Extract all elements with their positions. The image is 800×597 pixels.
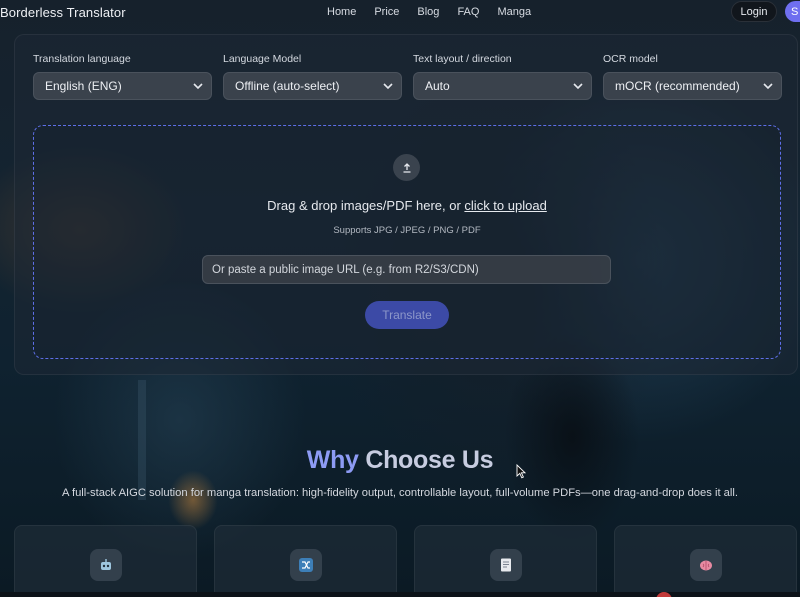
why-choose-us-heading: Why Choose Us bbox=[0, 446, 800, 475]
feature-card bbox=[214, 525, 397, 597]
text-layout-select[interactable]: Auto bbox=[413, 72, 592, 100]
language-model-value: Offline (auto-select) bbox=[235, 79, 340, 93]
text-layout-label: Text layout / direction bbox=[413, 53, 512, 65]
translation-language-label: Translation language bbox=[33, 53, 131, 65]
why-heading-rest: Choose Us bbox=[365, 446, 494, 474]
dropzone-instructions: Drag & drop images/PDF here, or click to… bbox=[34, 198, 780, 213]
language-model-field: Language Model Offline (auto-select) bbox=[223, 53, 402, 100]
login-button[interactable]: Login bbox=[731, 1, 777, 22]
chevron-down-icon bbox=[763, 83, 773, 90]
nav-faq[interactable]: FAQ bbox=[457, 6, 479, 18]
supported-formats-text: Supports JPG / JPEG / PNG / PDF bbox=[333, 225, 481, 236]
why-choose-us-subtitle: A full-stack AIGC solution for manga tra… bbox=[62, 487, 738, 499]
background-pole bbox=[138, 380, 146, 500]
robot-icon bbox=[90, 549, 122, 581]
upload-arrow-icon bbox=[403, 162, 410, 173]
document-icon bbox=[490, 549, 522, 581]
ocr-model-field: OCR model mOCR (recommended) bbox=[603, 53, 782, 100]
ocr-model-value: mOCR (recommended) bbox=[615, 79, 740, 93]
why-heading-highlight: Why bbox=[306, 446, 359, 474]
chevron-down-icon bbox=[383, 83, 393, 90]
nav-home[interactable]: Home bbox=[327, 6, 356, 18]
background-lamp-glow bbox=[168, 470, 218, 530]
brain-icon bbox=[690, 549, 722, 581]
feature-card bbox=[414, 525, 597, 597]
mouse-cursor-icon bbox=[516, 464, 526, 479]
image-url-input[interactable] bbox=[202, 255, 611, 284]
translation-language-value: English (ENG) bbox=[45, 79, 122, 93]
translate-button[interactable]: Translate bbox=[365, 301, 449, 329]
shuffle-icon bbox=[290, 549, 322, 581]
upload-icon[interactable] bbox=[393, 154, 420, 181]
top-header: Borderless Translator Home Price Blog FA… bbox=[0, 0, 800, 30]
taskbar-strip bbox=[0, 592, 800, 597]
ocr-model-select[interactable]: mOCR (recommended) bbox=[603, 72, 782, 100]
page: Borderless Translator Home Price Blog FA… bbox=[0, 0, 800, 597]
feature-cards bbox=[0, 525, 800, 597]
main-nav: Home Price Blog FAQ Manga bbox=[327, 6, 549, 18]
nav-price[interactable]: Price bbox=[374, 6, 399, 18]
language-model-label: Language Model bbox=[223, 53, 302, 65]
chevron-down-icon bbox=[193, 83, 203, 90]
ocr-model-label: OCR model bbox=[603, 53, 658, 65]
text-layout-field: Text layout / direction Auto bbox=[413, 53, 592, 100]
feature-card bbox=[14, 525, 197, 597]
translation-panel: Translation language English (ENG) Langu… bbox=[14, 34, 798, 375]
nav-manga[interactable]: Manga bbox=[497, 6, 531, 18]
click-to-upload-link[interactable]: click to upload bbox=[464, 198, 546, 213]
translation-language-select[interactable]: English (ENG) bbox=[33, 72, 212, 100]
upload-dropzone[interactable]: Drag & drop images/PDF here, or click to… bbox=[33, 125, 781, 359]
chevron-down-icon bbox=[573, 83, 583, 90]
nav-blog[interactable]: Blog bbox=[417, 6, 439, 18]
translation-language-field: Translation language English (ENG) bbox=[33, 53, 212, 100]
signup-button[interactable]: S bbox=[785, 1, 800, 22]
dropzone-text: Drag & drop images/PDF here, or bbox=[267, 198, 465, 213]
text-layout-value: Auto bbox=[425, 79, 450, 93]
brand-logo-text[interactable]: Borderless Translator bbox=[0, 5, 126, 20]
feature-card bbox=[614, 525, 797, 597]
language-model-select[interactable]: Offline (auto-select) bbox=[223, 72, 402, 100]
taskbar-app-icon bbox=[656, 592, 672, 597]
